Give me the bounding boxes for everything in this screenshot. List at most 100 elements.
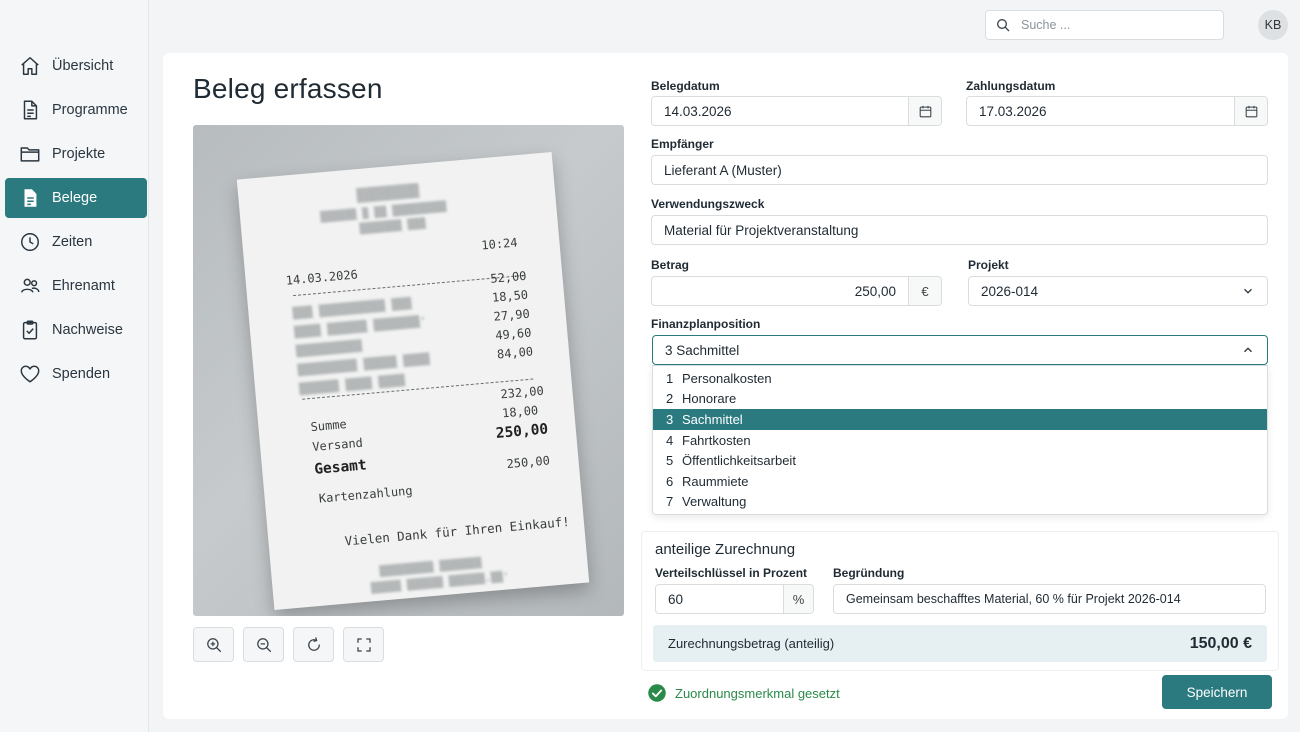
receipt-blurred-item: ▒▒▒▒▒▒ ▒▒▒▒ ▒▒▒▒: [298, 373, 406, 396]
zoom-in-button[interactable]: [193, 627, 234, 662]
receipt-item-price: 49,60: [494, 325, 532, 343]
calendar-icon: [919, 105, 931, 117]
finanzplan-option-selected[interactable]: 3 Sachmittel: [653, 409, 1267, 430]
sidebar-item-uebersicht[interactable]: Übersicht: [5, 46, 147, 86]
chevron-up-icon: [1244, 347, 1252, 353]
receipt-blurred-item: ▒▒▒▒▒▒▒▒▒▒: [295, 339, 363, 359]
people-icon: [21, 278, 40, 293]
verwendungszweck-input[interactable]: [652, 216, 1267, 244]
search-box[interactable]: [985, 10, 1224, 40]
allocation-key-label: Verteilschlüssel in Prozent: [655, 566, 808, 580]
option-number: 1: [666, 370, 674, 386]
empfaenger-input[interactable]: [652, 156, 1267, 184]
rotate-button[interactable]: [293, 627, 334, 662]
option-label: Raummiete: [682, 473, 749, 489]
finanzplan-option[interactable]: 1 Personalkosten: [653, 368, 1267, 389]
sidebar-item-programme[interactable]: Programme: [5, 90, 147, 130]
page-title: Beleg erfassen: [193, 73, 383, 104]
allocation-title: anteilige Zurechnung: [655, 541, 796, 558]
receipt-image: ▒▒▒▒▒▒▒▒ ▒▒▒▒▒▒ ▒ ▒▒ ▒▒▒▒▒▒▒▒▒ ▒▒▒▒▒▒▒ ▒…: [236, 152, 590, 610]
allocation-key-input[interactable]: [656, 585, 783, 613]
zahlungsdatum-calendar-button[interactable]: [1234, 97, 1267, 125]
reason-input[interactable]: [834, 585, 1265, 613]
receipt-blurred-header: ▒▒▒▒▒▒▒▒: [356, 183, 420, 205]
sidebar-item-nachweise[interactable]: Nachweise: [5, 310, 147, 350]
verwendungszweck-label: Verwendungszweck: [651, 197, 765, 211]
option-label: Verwaltung: [682, 494, 747, 510]
allocation-sum-label: Zurechnungsbetrag (anteilig): [668, 636, 835, 651]
allocation-key-field[interactable]: %: [655, 584, 814, 614]
sidebar-item-projekte[interactable]: Projekte: [5, 134, 147, 174]
sidebar-item-ehrenamt[interactable]: Ehrenamt: [5, 266, 147, 306]
option-number: 6: [666, 473, 674, 489]
option-label: Öffentlichkeitsarbeit: [682, 453, 796, 469]
fullscreen-icon: [356, 637, 371, 652]
belegdatum-input[interactable]: [652, 97, 908, 125]
receipt-icon: [24, 189, 37, 207]
status-message: Zuordnungsmerkmal gesetzt: [647, 683, 840, 703]
receipt-blurred-address: ▒▒▒▒▒▒ ▒ ▒▒ ▒▒▒▒▒▒▒▒▒: [319, 201, 447, 224]
projekt-select[interactable]: 2026-014: [968, 276, 1268, 306]
sidebar: Übersicht Programme Projekte Belege Zeit…: [0, 0, 149, 732]
home-icon: [21, 57, 39, 75]
viewer-toolbar: [193, 627, 384, 662]
sidebar-item-label: Zeiten: [52, 234, 93, 250]
heart-icon: [20, 365, 40, 383]
receipt-time: 10:24: [480, 235, 519, 253]
calendar-icon: [1245, 105, 1257, 117]
finanzplan-option[interactable]: 5 Öffentlichkeitsarbeit: [653, 450, 1267, 471]
option-label: Fahrtkosten: [682, 432, 751, 448]
option-number: 4: [666, 432, 674, 448]
belegdatum-field[interactable]: [651, 96, 942, 126]
receipt-viewer[interactable]: ▒▒▒▒▒▒▒▒ ▒▒▒▒▒▒ ▒ ▒▒ ▒▒▒▒▒▒▒▒▒ ▒▒▒▒▒▒▒ ▒…: [193, 125, 624, 616]
finanzplan-option[interactable]: 4 Fahrtkosten: [653, 430, 1267, 451]
belegdatum-label: Belegdatum: [651, 79, 720, 93]
reason-field[interactable]: [833, 584, 1266, 614]
belegdatum-calendar-button[interactable]: [908, 97, 941, 125]
finanzplan-option[interactable]: 6 Raummiete: [653, 471, 1267, 492]
sidebar-item-label: Übersicht: [52, 58, 114, 74]
finanzplan-option[interactable]: 2 Honorare: [653, 389, 1267, 410]
option-number: 7: [666, 494, 674, 510]
sidebar-item-zeiten[interactable]: Zeiten: [5, 222, 147, 262]
receipt-item-price: 84,00: [496, 344, 534, 362]
zahlungsdatum-input[interactable]: [967, 97, 1234, 125]
verwendungszweck-field[interactable]: [651, 215, 1268, 245]
receipt-shipping-label: Versand: [311, 435, 364, 454]
percent-unit: %: [783, 585, 813, 613]
sidebar-item-label: Spenden: [52, 366, 111, 382]
receipt-item-price: 52,00: [489, 268, 527, 286]
sidebar-item-label: Programme: [52, 102, 128, 118]
allocation-panel: anteilige Zurechnung Verteilschlüssel in…: [641, 531, 1279, 671]
receipt-thanks: Vielen Dank für Ihren Einkauf!: [344, 513, 571, 549]
receipt-item-price: 18,50: [491, 287, 529, 305]
search-input[interactable]: [1021, 18, 1201, 32]
sidebar-item-label: Projekte: [52, 146, 106, 162]
zoom-out-button[interactable]: [243, 627, 284, 662]
finanzplan-option[interactable]: 7 Verwaltung: [653, 492, 1267, 513]
option-number: 3: [666, 411, 674, 427]
sidebar-item-label: Belege: [52, 190, 98, 206]
finanzplan-select[interactable]: 3 Sachmittel: [652, 335, 1268, 365]
sidebar-item-belege[interactable]: Belege: [5, 178, 147, 218]
check-circle-icon: [648, 684, 666, 702]
receipt-date: 14.03.2026: [285, 267, 359, 288]
save-button[interactable]: Speichern: [1162, 675, 1272, 709]
projekt-label: Projekt: [968, 258, 1009, 272]
zahlungsdatum-field[interactable]: [966, 96, 1268, 126]
receipt-subtotal: 232,00: [499, 383, 545, 402]
main-card: Beleg erfassen ▒▒▒▒▒▒▒▒ ▒▒▒▒▒▒ ▒ ▒▒ ▒▒▒▒…: [163, 53, 1288, 719]
document-icon: [23, 100, 38, 120]
empfaenger-field[interactable]: [651, 155, 1268, 185]
clock-icon: [21, 233, 39, 251]
fullscreen-button[interactable]: [343, 627, 384, 662]
receipt-item-price: 27,90: [493, 306, 531, 324]
receipt-total: 250,00: [495, 421, 549, 442]
receipt-paid: 250,00: [505, 453, 551, 472]
betrag-input[interactable]: [652, 277, 908, 305]
chevron-down-icon: [1244, 288, 1252, 294]
sidebar-item-spenden[interactable]: Spenden: [5, 354, 147, 394]
betrag-field[interactable]: €: [651, 276, 942, 306]
avatar[interactable]: KB: [1258, 10, 1288, 40]
receipt-payment-label: Kartenzahlung: [318, 483, 414, 506]
